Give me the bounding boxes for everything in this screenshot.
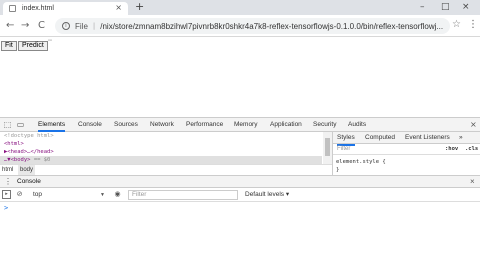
breadcrumb-html[interactable]: html [0, 165, 15, 175]
style-rule-open: element.style { [336, 159, 386, 165]
clear-console-icon[interactable]: ⊘ [15, 190, 24, 199]
predict-button[interactable]: Predict [18, 41, 48, 51]
scheme-label: File [75, 21, 88, 31]
address-bar[interactable]: i File | /nix/store/zmnam8bzihwl7pivnrb8… [55, 18, 450, 34]
log-levels-dropdown[interactable]: Default levels ▾ [245, 190, 289, 200]
new-tab-button[interactable]: + [135, 1, 144, 13]
page-viewport: Fit Predict "" [0, 37, 480, 117]
breadcrumb: html body [0, 164, 332, 175]
console-output[interactable]: > [0, 202, 480, 263]
tab-performance[interactable]: Performance [186, 118, 223, 132]
fit-button[interactable]: Fit [1, 41, 17, 51]
window-close-button[interactable]: × [462, 0, 470, 14]
style-rule-close: } [336, 167, 340, 173]
tab-event-listeners[interactable]: Event Listeners [405, 132, 450, 144]
console-prompt-icon: > [4, 204, 9, 212]
selected-marker: == $0 [33, 157, 51, 163]
styles-filter-row: Filter :hov .cls [333, 144, 480, 155]
elements-scrollbar[interactable] [323, 132, 332, 164]
omnibox-separator: | [92, 22, 96, 30]
breadcrumb-body[interactable]: body [18, 165, 36, 175]
body-node[interactable]: …▼<body> == $0 [0, 156, 322, 164]
tab-application[interactable]: Application [270, 118, 302, 132]
tab-title: index.html [22, 5, 54, 12]
url-text[interactable]: /nix/store/zmnam8bzihwl7pivnrb8kr0shkr4a… [100, 22, 443, 31]
forward-icon[interactable]: → [21, 19, 29, 32]
devtools-close-icon[interactable]: × [470, 119, 477, 131]
minimize-button[interactable]: – [420, 0, 425, 14]
hov-toggle[interactable]: :hov [445, 144, 458, 155]
head-node[interactable]: ▶<head>…</head> [4, 148, 54, 156]
context-select[interactable]: top [33, 190, 108, 200]
eye-icon[interactable]: ◉ [113, 190, 122, 199]
maximize-button[interactable]: □ [441, 0, 450, 14]
tab-sources[interactable]: Sources [114, 118, 138, 132]
styles-filter-input[interactable]: Filter [337, 144, 350, 155]
tab-strip: index.html × + – □ × [0, 0, 480, 15]
browser-tab[interactable]: index.html × [3, 2, 128, 15]
styles-tabbar: Styles Computed Event Listeners » [333, 132, 480, 146]
html-node[interactable]: <html> [4, 140, 24, 148]
body-tag: …▼<body> [4, 157, 31, 163]
tab-network[interactable]: Network [150, 118, 174, 132]
scrollbar-thumb[interactable] [325, 138, 330, 156]
drawer-tabbar: ⋮ Console × [0, 175, 480, 190]
styles-pane: Styles Computed Event Listeners » Filter… [332, 132, 480, 175]
tab-console[interactable]: Console [78, 118, 102, 132]
back-icon[interactable]: ← [6, 19, 14, 32]
info-icon[interactable]: i [62, 22, 70, 30]
file-icon [9, 5, 16, 12]
chevron-down-icon: ▼ [100, 192, 105, 198]
browser-toolbar: ← → C i File | /nix/store/zmnam8bzihwl7p… [0, 15, 480, 37]
doctype-node[interactable]: <!doctype html> [4, 132, 54, 140]
console-toolbar: ▸ ⊘ top ▼ ◉ Filter Default levels ▾ [0, 188, 480, 202]
tab-elements[interactable]: Elements [38, 118, 66, 132]
drawer-close-icon[interactable]: × [470, 176, 475, 188]
more-tabs-icon[interactable]: » [459, 132, 463, 144]
inspect-element-icon[interactable]: ⬚ [3, 120, 12, 129]
tab-computed[interactable]: Computed [365, 132, 395, 144]
devtools-panel: ⬚ ▭ Elements Console Sources Network Per… [0, 117, 480, 263]
cls-toggle[interactable]: .cls [465, 144, 478, 155]
tab-audits[interactable]: Audits [348, 118, 366, 132]
console-filter-input[interactable]: Filter [128, 190, 238, 200]
browser-menu-icon[interactable]: ⋮ [468, 19, 478, 30]
tab-security[interactable]: Security [313, 118, 336, 132]
element-style-rule[interactable]: element.style { } [336, 158, 386, 174]
device-toolbar-icon[interactable]: ▭ [16, 120, 25, 129]
bookmark-star-icon[interactable]: ☆ [452, 19, 461, 30]
devtools-tabbar: ⬚ ▭ Elements Console Sources Network Per… [0, 118, 480, 132]
drawer-menu-icon[interactable]: ⋮ [4, 176, 12, 188]
reload-icon[interactable]: C [38, 19, 45, 32]
elements-tree: <!doctype html> <html> ▶<head>…</head> …… [0, 132, 332, 164]
console-sidebar-icon[interactable]: ▸ [2, 190, 11, 199]
tab-close-icon[interactable]: × [115, 3, 122, 12]
tab-memory[interactable]: Memory [234, 118, 257, 132]
page-empty-text: "" [48, 39, 52, 44]
